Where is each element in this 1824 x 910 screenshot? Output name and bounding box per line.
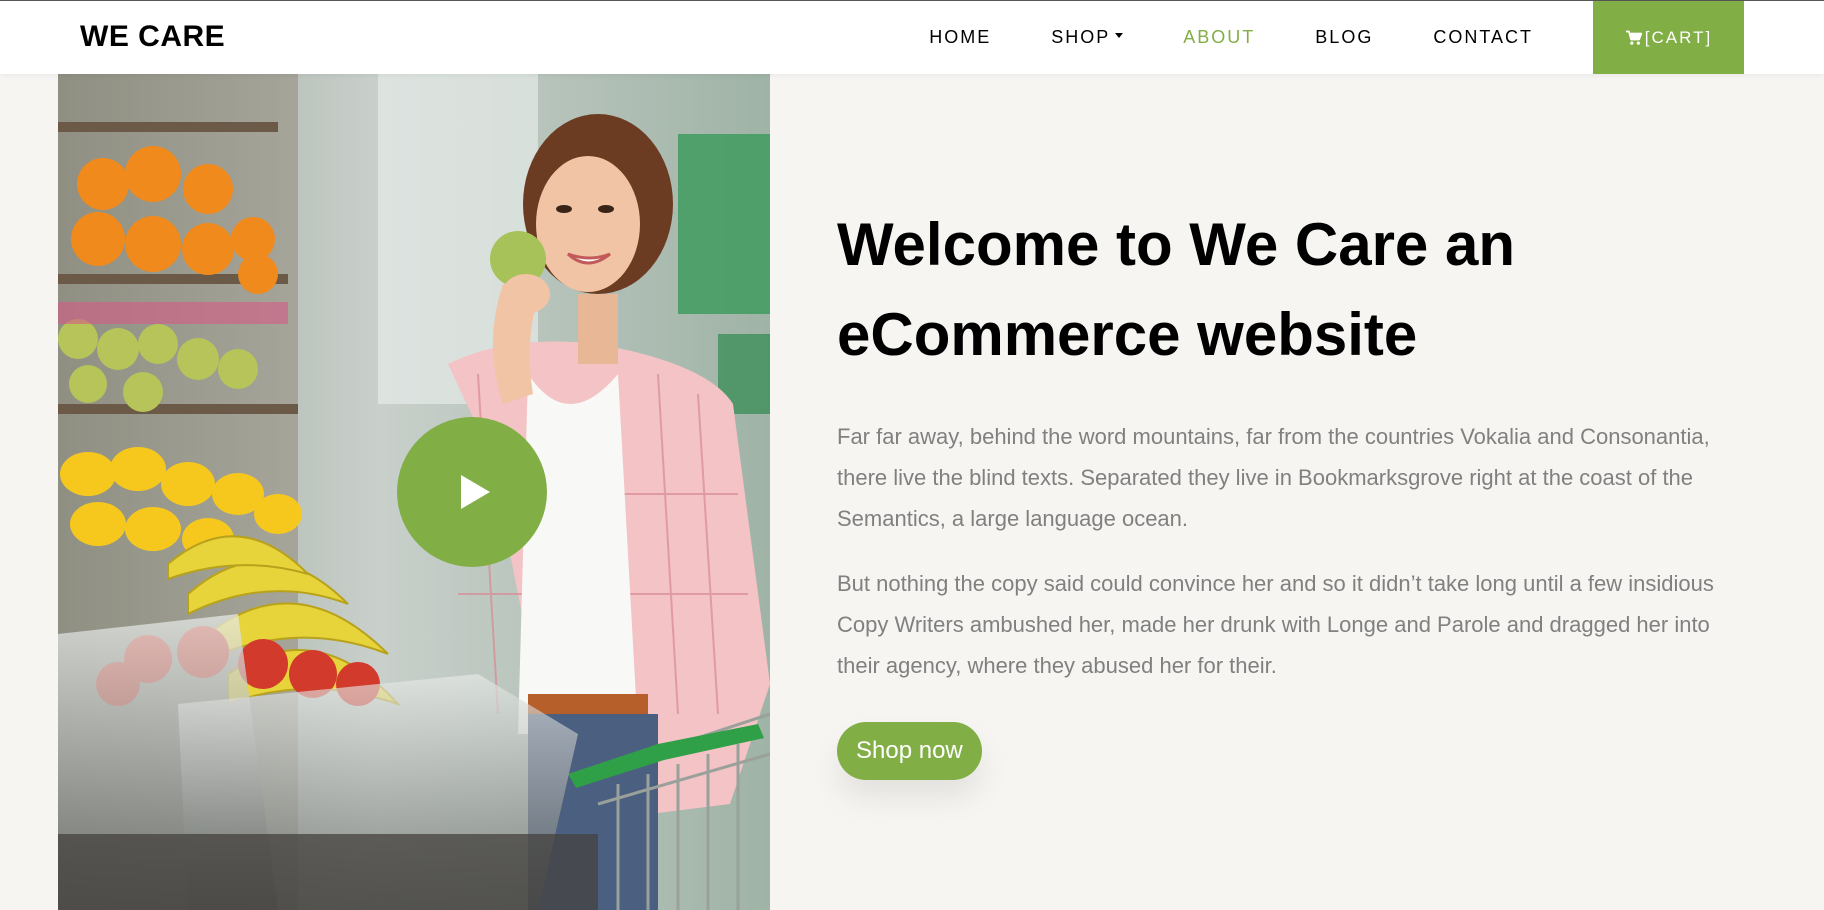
main-nav: HOME SHOP ABOUT BLOG CONTACT [CART] — [869, 1, 1824, 74]
nav-about-label: ABOUT — [1183, 27, 1256, 47]
hero-paragraph-1: Far far away, behind the word mountains,… — [837, 424, 1710, 531]
nav-shop-dropdown[interactable]: SHOP — [1051, 27, 1124, 48]
hero-title: Welcome to We Care an eCommerce website — [837, 211, 1515, 368]
nav-contact[interactable]: CONTACT — [1433, 27, 1533, 48]
nav-about[interactable]: ABOUT — [1183, 27, 1255, 48]
hero-content: Welcome to We Care an eCommerce website … — [837, 200, 1747, 780]
caret-down-icon — [1115, 33, 1124, 38]
nav-home-label: HOME — [929, 27, 992, 47]
nav-home[interactable]: HOME — [929, 27, 991, 48]
nav-shop-label: SHOP — [1051, 27, 1111, 47]
cart-button[interactable]: [CART] — [1593, 1, 1744, 74]
nav-blog[interactable]: BLOG — [1315, 27, 1373, 48]
hero-image — [58, 74, 770, 910]
play-video-button[interactable] — [397, 417, 547, 567]
shop-now-button[interactable]: Shop now — [837, 722, 982, 780]
nav-contact-label: CONTACT — [1433, 27, 1533, 47]
navbar: WE CARE HOME SHOP ABOUT BLOG CONTACT [CA… — [0, 0, 1824, 74]
nav-blog-label: BLOG — [1315, 27, 1374, 47]
hero-paragraph-2: But nothing the copy said could convince… — [837, 571, 1714, 678]
cart-icon — [1625, 30, 1642, 45]
brand-logo[interactable]: WE CARE — [80, 20, 225, 54]
cart-label: [CART] — [1644, 27, 1713, 47]
play-icon — [460, 475, 490, 509]
